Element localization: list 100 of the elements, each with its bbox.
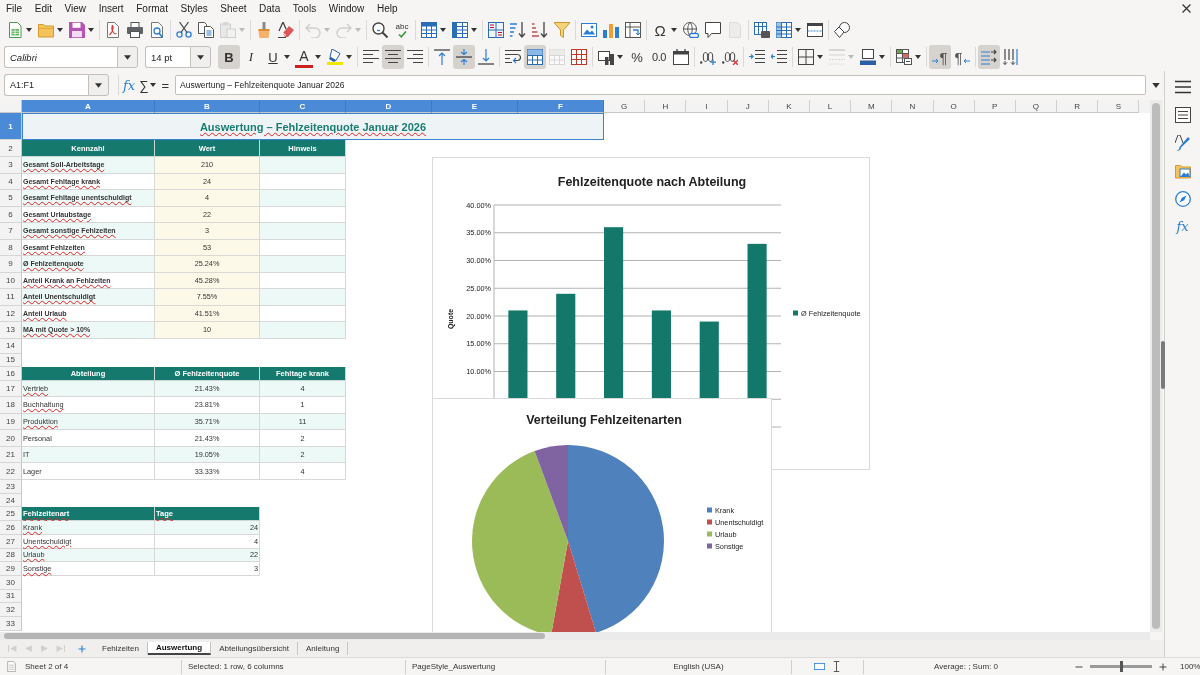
zoom-in-icon[interactable] (1159, 662, 1167, 671)
shapes-icon[interactable] (834, 22, 850, 38)
column-header[interactable]: G (604, 100, 646, 113)
comment-icon[interactable] (705, 22, 721, 38)
printer-icon[interactable] (127, 22, 143, 38)
dropdown-button[interactable] (117, 46, 138, 68)
globe-link-icon[interactable] (683, 22, 699, 38)
split-window-icon[interactable] (807, 22, 823, 38)
caret-icon[interactable] (124, 54, 131, 60)
menu-item[interactable]: Window (328, 3, 365, 14)
caret-icon[interactable] (150, 83, 157, 87)
paintbrush-icon[interactable] (256, 22, 272, 38)
column-header[interactable]: D (346, 100, 432, 113)
menu-item[interactable]: File (6, 3, 23, 14)
copy-icon[interactable] (198, 22, 214, 38)
save-icon[interactable] (69, 22, 85, 38)
bold-button[interactable]: B (218, 45, 240, 69)
highlighter-icon[interactable] (327, 49, 343, 65)
unmerge-cells-icon[interactable] (571, 49, 587, 65)
font-name-field[interactable]: Calibri (4, 46, 117, 68)
merge-center-button[interactable] (524, 45, 546, 69)
column-header[interactable]: N (892, 100, 934, 113)
language[interactable]: English (USA) (673, 662, 724, 671)
special-character-button[interactable]: Ω (649, 18, 671, 42)
caret-icon[interactable] (817, 55, 823, 59)
menu-item[interactable]: Edit (34, 3, 52, 14)
font-color-button[interactable]: A (295, 46, 313, 68)
caret-icon[interactable] (671, 28, 677, 32)
menu-item[interactable]: Styles (180, 3, 208, 14)
brush-icon[interactable] (1174, 135, 1191, 151)
menu-item[interactable]: Tools (292, 3, 317, 14)
column-header[interactable]: L (809, 100, 852, 113)
properties-icon[interactable] (1174, 107, 1191, 123)
functions-button[interactable]: fx (1176, 219, 1189, 235)
print-preview-icon[interactable] (149, 22, 165, 38)
menu-item[interactable]: Help (376, 3, 398, 14)
number-format-button[interactable]: 0.0 (648, 45, 670, 69)
slider-thumb[interactable] (1119, 661, 1123, 672)
row-header[interactable]: 29 (0, 562, 22, 576)
row-header[interactable]: 5 (0, 190, 22, 207)
row-header[interactable]: 2 (0, 140, 22, 157)
row-header[interactable]: 1 (0, 113, 22, 140)
dropdown-button[interactable] (190, 46, 211, 68)
sidebar-handle[interactable] (1161, 341, 1165, 389)
row-header[interactable]: 20 (0, 430, 22, 447)
search-icon[interactable] (372, 22, 388, 38)
selection-mode-icon[interactable] (813, 661, 825, 672)
number-format-icon[interactable] (598, 49, 614, 65)
row-header[interactable]: 3 (0, 157, 22, 174)
eraser-icon[interactable] (278, 22, 294, 38)
formula-button[interactable]: = (159, 75, 172, 95)
underline-button[interactable]: U (262, 45, 284, 69)
font-size-field[interactable]: 14 pt (145, 46, 190, 68)
conditional-format-icon[interactable] (896, 49, 912, 65)
row-header[interactable]: 23 (0, 480, 22, 494)
menu-item[interactable]: View (64, 3, 87, 14)
row-header[interactable]: 9 (0, 256, 22, 273)
freeze-rows-icon[interactable] (776, 22, 792, 38)
border-color-icon[interactable] (860, 49, 876, 65)
menu-item[interactable]: Format (136, 3, 168, 14)
pdf-icon[interactable] (105, 22, 121, 38)
column-header[interactable]: S (1098, 100, 1140, 113)
pivot-table-icon[interactable] (625, 22, 641, 38)
close-icon[interactable] (1182, 4, 1191, 13)
caret-icon[interactable] (284, 55, 290, 59)
caret-icon[interactable] (95, 82, 102, 88)
caret-icon[interactable] (915, 55, 921, 59)
row-header[interactable]: 26 (0, 521, 22, 535)
row-header[interactable]: 13 (0, 322, 22, 339)
column-header[interactable]: F (518, 100, 604, 113)
sheet-tab[interactable]: Abteilungsübersicht (211, 642, 298, 655)
table-rows-icon[interactable] (421, 22, 437, 38)
menu-item[interactable]: Insert (98, 3, 124, 14)
percent-button[interactable]: % (626, 45, 648, 69)
indent-increase-icon[interactable] (749, 49, 765, 65)
caret-icon[interactable] (197, 54, 204, 60)
borders-icon[interactable] (798, 49, 814, 65)
caret-icon[interactable] (88, 28, 94, 32)
caret-icon[interactable] (315, 55, 321, 59)
row-header[interactable]: 7 (0, 223, 22, 240)
sort-ascending-icon[interactable] (510, 22, 526, 38)
column-header[interactable]: C (260, 100, 346, 113)
column-header[interactable]: B (155, 100, 260, 113)
row-header[interactable]: 11 (0, 289, 22, 306)
column-header[interactable]: P (974, 100, 1016, 113)
align-middle-button[interactable] (453, 45, 475, 69)
menu-item[interactable]: Sheet (220, 3, 247, 14)
print-range-icon[interactable] (754, 22, 770, 38)
sheet-tab[interactable]: Anleitung (298, 642, 349, 655)
column-header[interactable]: J (727, 100, 769, 113)
image-folder-icon[interactable] (1174, 163, 1191, 179)
row-header[interactable]: 22 (0, 463, 22, 481)
table-columns-icon[interactable] (452, 22, 468, 38)
column-header[interactable]: R (1057, 100, 1099, 113)
horizontal-text-button[interactable] (978, 45, 1000, 69)
column-header[interactable]: H (645, 100, 687, 113)
delete-decimal-icon[interactable] (722, 49, 738, 65)
expand-caret-icon[interactable] (1152, 82, 1160, 88)
caret-icon[interactable] (440, 28, 446, 32)
bar-chart-icon[interactable] (603, 22, 619, 38)
